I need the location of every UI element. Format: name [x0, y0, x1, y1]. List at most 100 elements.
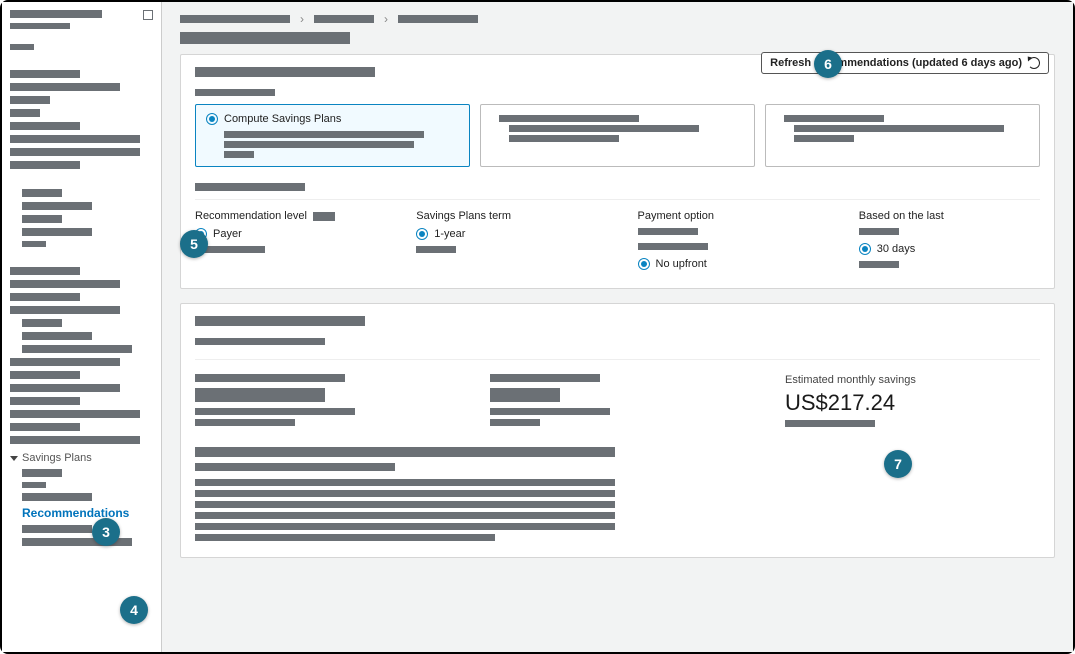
summary-desc-placeholder — [785, 420, 875, 427]
radio-icon — [206, 113, 218, 125]
sidebar-item[interactable] — [22, 345, 132, 353]
radio-option-placeholder[interactable] — [416, 246, 456, 253]
radio-option-placeholder[interactable] — [638, 243, 708, 250]
plan-card-title-placeholder — [784, 115, 884, 122]
plan-card-desc — [224, 131, 424, 138]
sidebar-item[interactable] — [10, 96, 50, 104]
sidebar-collapse-icon[interactable] — [143, 10, 153, 20]
annotation-callout-7: 7 — [884, 450, 912, 478]
annotation-callout-4: 4 — [120, 596, 148, 624]
breadcrumb-separator-icon: › — [300, 12, 304, 26]
plan-card-label: Compute Savings Plans — [224, 113, 341, 125]
plan-card-option-2[interactable] — [480, 104, 755, 167]
sidebar-item[interactable] — [22, 319, 62, 327]
sidebar-item[interactable] — [22, 482, 46, 488]
sidebar-item[interactable] — [22, 228, 92, 236]
sidebar-item[interactable] — [10, 267, 80, 275]
summary-col-1 — [195, 374, 450, 427]
param-title: Based on the last — [859, 210, 944, 222]
summary-value-placeholder — [490, 388, 560, 402]
chevron-down-icon — [10, 456, 18, 461]
sidebar-item[interactable] — [10, 436, 140, 444]
summary-col-savings: Estimated monthly savings US$217.24 — [785, 374, 1040, 427]
sidebar-item[interactable] — [22, 202, 92, 210]
radio-option-placeholder[interactable] — [859, 228, 899, 235]
sidebar-item-recommendations[interactable]: Recommendations — [22, 506, 153, 520]
param-title: Payment option — [638, 210, 714, 222]
annotation-callout-5: 5 — [180, 230, 208, 258]
param-term: Savings Plans term 1-year — [416, 210, 597, 276]
radio-option-30days[interactable]: 30 days — [859, 243, 1040, 255]
refresh-button-label: Refresh recommendations (updated 6 days … — [770, 57, 1022, 69]
radio-option-no-upfront[interactable]: No upfront — [638, 258, 819, 270]
sidebar-item[interactable] — [10, 358, 120, 366]
sidebar-item[interactable] — [10, 280, 120, 288]
plan-card-desc — [794, 135, 854, 142]
annotation-callout-3: 3 — [92, 518, 120, 546]
sidebar-item[interactable] — [10, 135, 140, 143]
sidebar-item[interactable] — [10, 122, 80, 130]
sidebar-item[interactable] — [10, 109, 40, 117]
summary-label-placeholder — [490, 374, 600, 382]
summary-desc-placeholder — [490, 419, 540, 426]
radio-icon — [859, 243, 871, 255]
recommendation-parameters-panel: Compute Savings Plans — [180, 54, 1055, 289]
radio-icon — [638, 258, 650, 270]
radio-icon — [416, 228, 428, 240]
plan-card-desc — [794, 125, 1004, 132]
plan-card-desc — [509, 135, 619, 142]
sidebar-item[interactable] — [10, 83, 120, 91]
plan-card-title-placeholder — [499, 115, 639, 122]
plan-card-compute[interactable]: Compute Savings Plans — [195, 104, 470, 167]
radio-label: No upfront — [656, 258, 707, 270]
param-based-on: Based on the last 30 days — [859, 210, 1040, 276]
refresh-recommendations-button[interactable]: Refresh recommendations (updated 6 days … — [761, 52, 1049, 74]
refresh-icon — [1028, 57, 1040, 69]
parameters-section-placeholder — [195, 183, 305, 191]
summary-col-2 — [490, 374, 745, 427]
sidebar-section-label: Savings Plans — [22, 452, 92, 464]
plan-card-desc — [224, 141, 414, 148]
sidebar-item[interactable] — [10, 384, 120, 392]
sidebar-item[interactable] — [22, 215, 62, 223]
radio-option-payer[interactable]: Payer — [195, 228, 376, 240]
sidebar-item[interactable] — [10, 44, 34, 50]
sidebar-item[interactable] — [10, 293, 80, 301]
main-content: › › Refresh recommendations (updated 6 d… — [162, 2, 1073, 652]
radio-option-placeholder[interactable] — [859, 261, 899, 268]
plan-card-desc — [509, 125, 699, 132]
sidebar-item[interactable] — [22, 189, 62, 197]
radio-option-1year[interactable]: 1-year — [416, 228, 597, 240]
sidebar-item[interactable] — [10, 161, 80, 169]
summary-desc-placeholder — [195, 408, 355, 415]
sidebar-item[interactable] — [22, 469, 62, 477]
param-title: Savings Plans term — [416, 210, 511, 222]
sidebar-item[interactable] — [10, 397, 80, 405]
radio-label: 1-year — [434, 228, 465, 240]
sidebar-section-savings-plans[interactable]: Savings Plans — [10, 452, 153, 464]
sidebar-item[interactable] — [22, 241, 46, 247]
plan-card-desc — [224, 151, 254, 158]
param-payment: Payment option No upfront — [638, 210, 819, 276]
breadcrumb-item[interactable] — [398, 15, 478, 23]
sidebar-subtitle-placeholder — [10, 23, 70, 29]
sidebar-item[interactable] — [10, 423, 80, 431]
summary-desc-placeholder — [195, 419, 295, 426]
sidebar-item[interactable] — [22, 493, 92, 501]
sidebar-item[interactable] — [10, 371, 80, 379]
plan-card-option-3[interactable] — [765, 104, 1040, 167]
sidebar-item[interactable] — [22, 332, 92, 340]
sidebar-item[interactable] — [10, 70, 80, 78]
panel-title-placeholder — [195, 316, 365, 326]
sidebar-item[interactable] — [10, 410, 140, 418]
annotation-callout-6: 6 — [814, 50, 842, 78]
details-block — [195, 447, 1040, 541]
sidebar-item[interactable] — [10, 148, 140, 156]
breadcrumb-item[interactable] — [180, 15, 290, 23]
radio-option-placeholder[interactable] — [638, 228, 698, 235]
sidebar-item[interactable] — [10, 306, 120, 314]
radio-label: Payer — [213, 228, 242, 240]
breadcrumb-item[interactable] — [314, 15, 374, 23]
page-title-placeholder — [180, 32, 350, 44]
sidebar-item[interactable] — [22, 525, 92, 533]
